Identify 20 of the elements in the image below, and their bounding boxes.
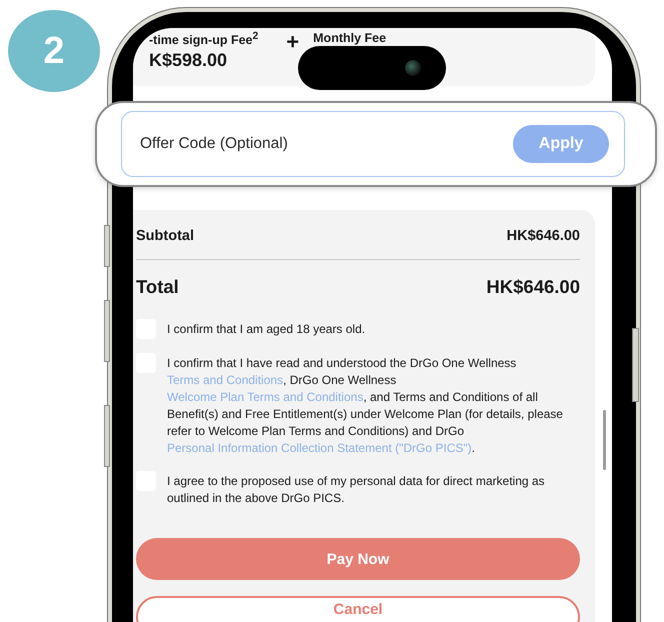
scrollbar <box>603 410 606 470</box>
pay-now-button[interactable]: Pay Now <box>136 538 580 580</box>
terms-link[interactable]: Welcome Plan Terms and Conditions <box>167 390 364 404</box>
fee-label: -time sign-up Fee$^{2}$ <box>149 31 258 48</box>
offer-code-field[interactable]: Offer Code (Optional) Apply <box>121 111 625 177</box>
subtotal-amount: HK$646.00 <box>506 228 580 244</box>
terms-link[interactable]: Terms and Conditions <box>167 373 284 387</box>
consent-text: I confirm that I have read and understood the DrGo One Wellness Terms and Conditions, DrGo One Wellness Welcome Plan Terms and Conditions, and Terms and Conditions of all Benefit(s) and Free Entitlement(s) under Welcome Plan (for details, please refer to Welcome Plan Terms and Conditions) and DrGo Personal Information Collection Statement ("DrGo PICS"). <box>167 355 564 457</box>
plus-sign: + <box>286 28 300 54</box>
step-badge: 2 <box>8 10 100 92</box>
terms-link[interactable]: Personal Information Collection Statement ("DrGo PICS") <box>167 441 472 455</box>
total-label: Total <box>136 276 179 298</box>
fee-amount: K$598.00 <box>149 50 228 72</box>
fee-label: Monthly Fee <box>313 31 386 45</box>
consent-text: I confirm that I am aged 18 years old. <box>167 321 366 338</box>
subtotal-label: Subtotal <box>136 228 194 244</box>
apply-button[interactable]: Apply <box>513 125 609 163</box>
cancel-button[interactable]: Cancel <box>136 596 580 622</box>
consent-text: I agree to the proposed use of my personal data for direct marketing as outlined in the above DrGo PICS. <box>167 473 546 507</box>
total-amount: HK$646.00 <box>486 276 580 298</box>
